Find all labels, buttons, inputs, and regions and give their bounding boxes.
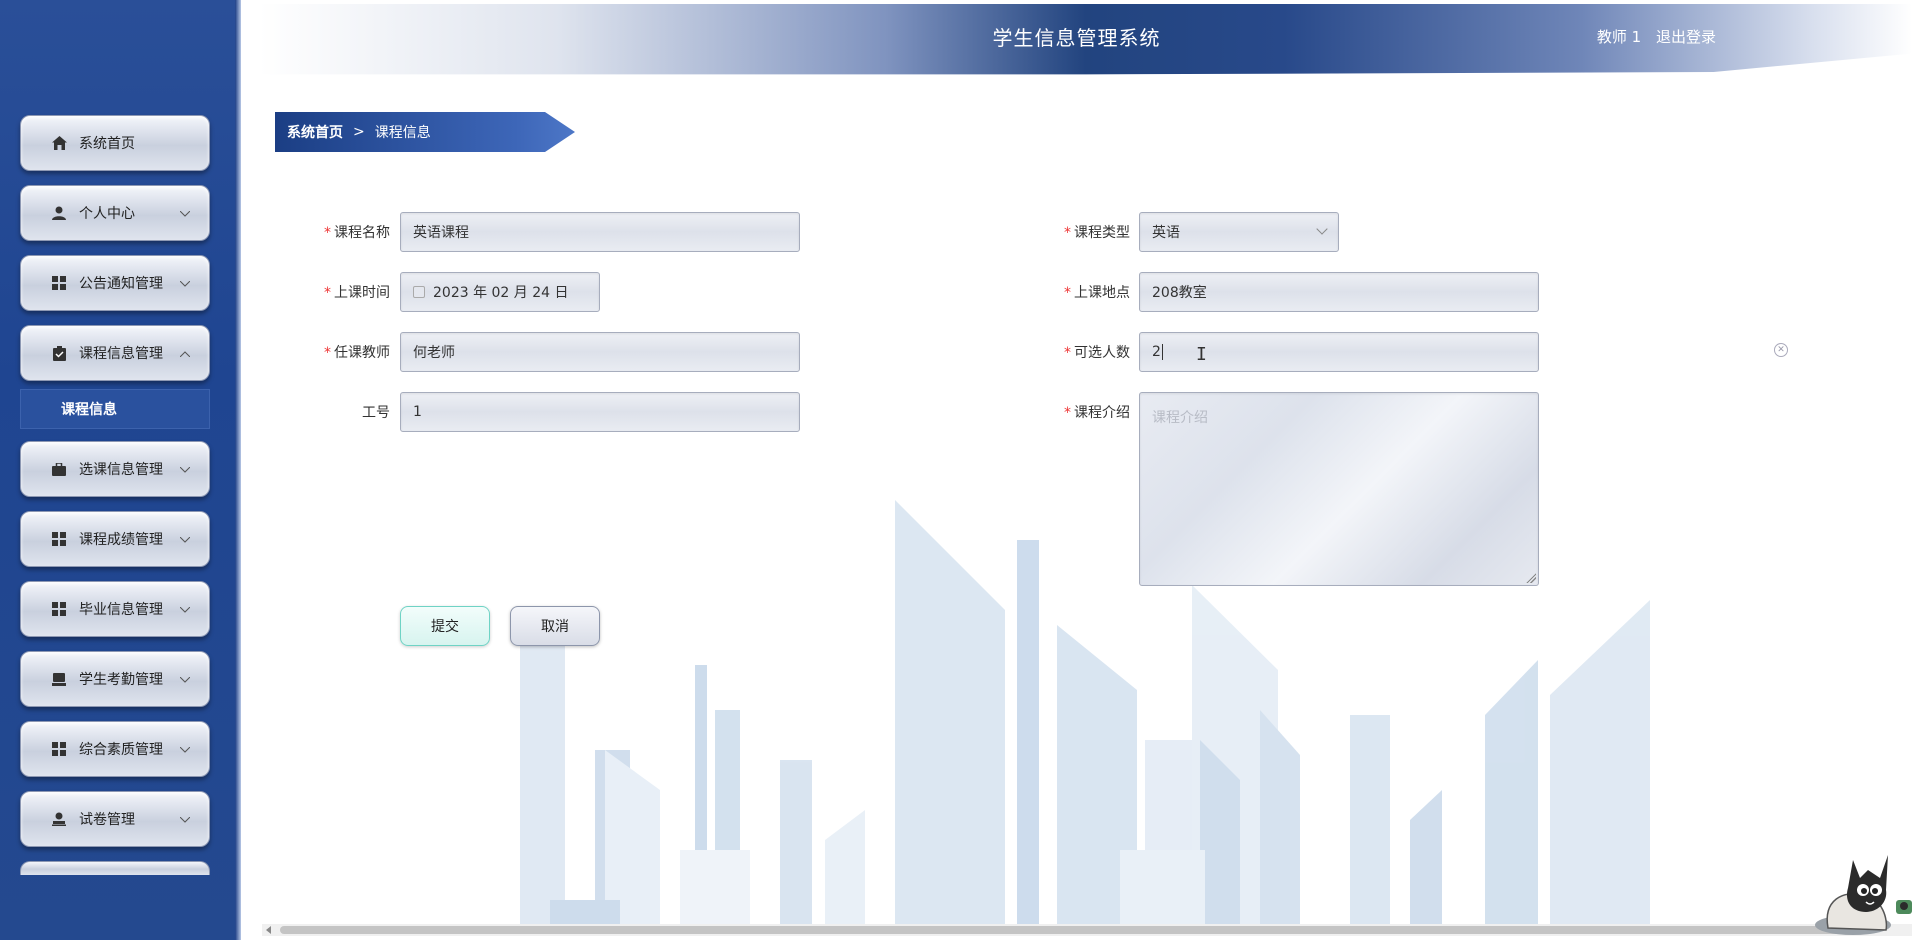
course-type-select[interactable]: 英语 (1139, 212, 1339, 252)
course-name-input[interactable]: 英语课程 (400, 212, 800, 252)
chevron-down-icon (175, 812, 195, 826)
home-icon (51, 135, 67, 151)
cancel-button[interactable]: 取消 (510, 606, 600, 646)
capacity-label: * 可选人数 (1064, 345, 1130, 361)
chevron-down-icon (175, 276, 195, 290)
chevron-down-icon (175, 206, 195, 220)
sidebar-item-course-selection[interactable]: 选课信息管理 (20, 441, 210, 497)
top-header: 学生信息管理系统 教师 1 退出登录 (241, 0, 1912, 90)
resize-handle-icon[interactable] (1526, 573, 1536, 583)
sidebar-item-label: 公告通知管理 (79, 276, 163, 292)
sidebar-subitem-course-info[interactable]: 课程信息 (20, 389, 210, 429)
chevron-down-icon (175, 672, 195, 686)
sidebar-menu: 系统首页 个人中心 公告通知管理 课程信息管理 课程信息 选课信息管理 课程成绩… (20, 115, 210, 875)
grid-icon (51, 741, 67, 757)
user-icon (51, 205, 67, 221)
scroll-left-icon[interactable] (266, 926, 271, 934)
chevron-down-icon (175, 532, 195, 546)
monitor-icon (51, 671, 67, 687)
header-user-area: 教师 1 退出登录 (1587, 26, 1716, 47)
breadcrumb: 系统首页 > 课程信息 (275, 112, 575, 152)
staff-id-input[interactable]: 1 (400, 392, 800, 432)
submit-button[interactable]: 提交 (400, 606, 490, 646)
class-time-label: * 上课时间 (324, 285, 390, 301)
sidebar-item-label: 学生考勤管理 (79, 672, 163, 688)
sidebar-item-label: 试卷管理 (79, 812, 135, 828)
course-type-label: * 课程类型 (1064, 225, 1130, 241)
sidebar-item-attendance[interactable]: 学生考勤管理 (20, 651, 210, 707)
course-intro-label: * 课程介绍 (1064, 405, 1130, 421)
chevron-down-icon (1316, 223, 1328, 235)
breadcrumb-separator: > (353, 124, 365, 140)
sidebar-item-label: 个人中心 (79, 206, 135, 222)
staff-id-label: 工号 (362, 405, 390, 421)
sidebar-item-notice[interactable]: 公告通知管理 (20, 255, 210, 311)
current-user: 教师 1 (1596, 28, 1642, 46)
course-intro-placeholder: 课程介绍 (1152, 410, 1208, 426)
sidebar-item-label: 毕业信息管理 (79, 602, 163, 618)
sidebar-item-course-grades[interactable]: 课程成绩管理 (20, 511, 210, 567)
breadcrumb-home[interactable]: 系统首页 (287, 122, 343, 142)
calendar-icon (413, 286, 425, 298)
grid-icon (51, 275, 67, 291)
sidebar-item-personal-center[interactable]: 个人中心 (20, 185, 210, 241)
sidebar-item-label: 系统首页 (79, 136, 135, 152)
grid-icon (51, 531, 67, 547)
sidebar-item-exam-papers[interactable]: 试卷管理 (20, 791, 210, 847)
sidebar-item-quality[interactable]: 综合素质管理 (20, 721, 210, 777)
user-card-icon (51, 811, 67, 827)
sidebar-item-label: 选课信息管理 (79, 462, 163, 478)
sidebar-item-label: 综合素质管理 (79, 742, 163, 758)
class-location-label: * 上课地点 (1064, 285, 1130, 301)
grid-icon (51, 601, 67, 617)
sidebar: 系统首页 个人中心 公告通知管理 课程信息管理 课程信息 选课信息管理 课程成绩… (0, 0, 241, 940)
course-intro-textarea[interactable]: 课程介绍 (1139, 392, 1539, 586)
sidebar-item-graduation[interactable]: 毕业信息管理 (20, 581, 210, 637)
sidebar-subitem-label: 课程信息 (61, 402, 117, 418)
class-time-date-input[interactable]: 2023 年 02 月 24 日 (400, 272, 600, 312)
sidebar-item-home[interactable]: 系统首页 (20, 115, 210, 171)
text-caret (1161, 344, 1163, 360)
logout-link[interactable]: 退出登录 (1656, 28, 1716, 46)
sidebar-item-course-info[interactable]: 课程信息管理 (20, 325, 210, 381)
class-location-input[interactable]: 208教室 (1139, 272, 1539, 312)
scrollbar-thumb[interactable] (280, 926, 1870, 934)
cat-mascot-icon (1815, 855, 1912, 935)
horizontal-scrollbar[interactable] (262, 924, 1912, 936)
teacher-input[interactable]: 何老师 (400, 332, 800, 372)
chevron-down-icon (175, 602, 195, 616)
course-name-label: * 课程名称 (324, 225, 390, 241)
sidebar-item-label: 课程成绩管理 (79, 532, 163, 548)
sidebar-item-label: 课程信息管理 (79, 346, 163, 362)
teacher-label: * 任课教师 (324, 345, 390, 361)
chevron-down-icon (175, 742, 195, 756)
briefcase-icon (51, 461, 67, 477)
chevron-down-icon (175, 462, 195, 476)
breadcrumb-current: 课程信息 (374, 125, 431, 141)
chevron-up-icon (175, 346, 195, 360)
mouse-ibeam-cursor: I (1196, 344, 1207, 365)
sidebar-item-next-partial[interactable] (20, 861, 210, 875)
clear-icon[interactable]: ✕ (1774, 343, 1788, 357)
clipboard-icon (51, 345, 67, 361)
